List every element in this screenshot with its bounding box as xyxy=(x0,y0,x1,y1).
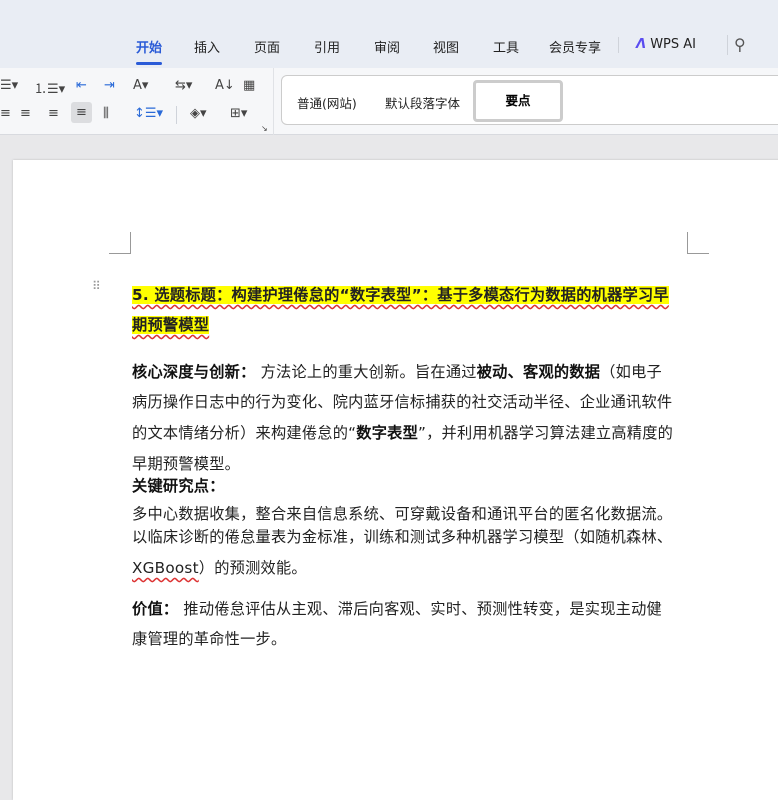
wps-ai-icon: Λ xyxy=(636,37,647,52)
heading-line: 5. 选题标题：构建护理倦怠的“数字表型”：基于多模态行为数据的机器学习早 xyxy=(132,283,669,305)
paragraph-line: 病历操作日志中的行为变化、院内蓝牙信标捕获的社交活动半径、企业通讯软件 xyxy=(132,390,672,412)
text-run: 的文本情绪分析）来构建倦怠的“ xyxy=(132,424,357,442)
align-center-icon[interactable]: ≡ xyxy=(20,106,31,121)
style-normal-web[interactable]: 普通(网站) xyxy=(297,93,357,112)
tab-home[interactable]: 开始 xyxy=(136,37,163,65)
paragraph-line: 早期预警模型。 xyxy=(132,452,240,474)
paragraph-line: 以临床诊断的倦怠量表为金标准，训练和测试多种机器学习模型（如随机森林、 xyxy=(132,525,672,547)
increase-indent-icon[interactable]: ⇥ xyxy=(104,78,115,93)
border-icon[interactable]: ⊞▾ xyxy=(230,106,247,121)
tab-page[interactable]: 页面 xyxy=(254,37,280,56)
paragraph-line: 多中心数据收集，整合来自信息系统、可穿戴设备和通讯平台的匿名化数据流。 xyxy=(132,502,672,524)
text-run: ”，并利用机器学习算法建立高精度的 xyxy=(418,424,674,442)
style-keypoint-selected[interactable]: 要点 xyxy=(473,80,563,122)
paragraph-line: 价值： 推动倦怠评估从主观、滞后向客观、实时、预测性转变，是实现主动健 xyxy=(132,597,662,619)
tab-review[interactable]: 审阅 xyxy=(374,37,400,56)
text-run: 以临床诊断的倦怠量表为金标准，训练和测试多种机器学习模型（如随机森林、 xyxy=(132,528,673,546)
sort-icon[interactable]: A↓ xyxy=(215,78,235,93)
style-default-paragraph-font[interactable]: 默认段落字体 xyxy=(385,93,460,112)
paragraph-line: 的文本情绪分析）来构建倦怠的“数字表型”，并利用机器学习算法建立高精度的 xyxy=(132,421,673,443)
drag-handle-icon[interactable]: ⠿ xyxy=(92,280,102,292)
bold-text: 价值： xyxy=(132,600,179,618)
bold-text: 被动、客观的数据 xyxy=(476,363,601,381)
text-run: 早期预警模型。 xyxy=(132,455,241,473)
paragraph-line: XGBoost）的预测效能。 xyxy=(132,556,307,578)
tab-insert[interactable]: 插入 xyxy=(194,37,220,56)
paragraph-settings-icon[interactable]: ↘ xyxy=(261,124,268,133)
wps-ai-button[interactable]: Λ WPS AI xyxy=(636,37,696,52)
text-run: 方法论上的重大创新。旨在通过 xyxy=(255,363,477,381)
bold-text: 关键研究点： xyxy=(132,477,225,495)
align-left-icon[interactable]: ≡ xyxy=(0,106,11,121)
justify-icon[interactable]: ≡ xyxy=(71,102,92,123)
text-run: 多中心数据收集，整合来自信息系统、可穿戴设备和通讯平台的匿名化数据流。 xyxy=(132,505,673,523)
tab-references[interactable]: 引用 xyxy=(314,37,340,56)
char-spacing-icon[interactable]: A▾ xyxy=(133,78,148,93)
tab-tools[interactable]: 工具 xyxy=(493,37,519,56)
paragraph-line: 核心深度与创新： 方法论上的重大创新。旨在通过被动、客观的数据（如电子 xyxy=(132,360,662,382)
text-run: （如电子 xyxy=(600,363,662,381)
shading-icon[interactable]: ◈▾ xyxy=(190,106,207,121)
paragraph-line: 关键研究点： xyxy=(132,474,225,496)
decrease-indent-icon[interactable]: ⇤ xyxy=(76,78,87,93)
text-run: ）的预测效能。 xyxy=(198,559,307,577)
bold-text: 核心深度与创新： xyxy=(132,363,256,381)
margin-corner xyxy=(687,232,709,254)
margin-corner xyxy=(109,232,131,254)
bullet-list-icon[interactable]: ☰▾ xyxy=(0,78,18,93)
align-right-icon[interactable]: ≡ xyxy=(48,106,59,121)
text-run: 5. 选题标题：构建护理倦怠的“数字表型”：基于多模态行为数据的机器学习早 xyxy=(132,286,669,304)
line-spacing-icon[interactable]: ↕☰▾ xyxy=(134,106,163,121)
tab-view[interactable]: 视图 xyxy=(433,37,459,56)
table-grid-icon[interactable]: ▦ xyxy=(243,78,255,93)
text-run: XGBoost xyxy=(132,559,199,577)
numbered-list-icon[interactable]: ⒈☰▾ xyxy=(34,78,65,97)
distributed-icon[interactable]: ⫼ xyxy=(103,106,109,121)
text-direction-icon[interactable]: ⇆▾ xyxy=(175,78,192,93)
bold-text: 数字表型 xyxy=(356,424,418,442)
document-page[interactable] xyxy=(13,160,778,800)
search-icon[interactable]: ⚲ xyxy=(734,35,746,54)
text-run: 期预警模型 xyxy=(132,316,210,334)
text-run: 病历操作日志中的行为变化、院内蓝牙信标捕获的社交活动半径、企业通讯软件 xyxy=(132,393,673,411)
style-gallery: 普通(网站) 默认段落字体 要点 xyxy=(281,75,778,125)
heading-line: 期预警模型 xyxy=(132,313,210,335)
text-run: 推动倦怠评估从主观、滞后向客观、实时、预测性转变，是实现主动健 xyxy=(178,600,662,618)
text-run: 康管理的革命性一步。 xyxy=(132,630,287,648)
paragraph-line: 康管理的革命性一步。 xyxy=(132,627,286,649)
tab-membership[interactable]: 会员专享 xyxy=(549,37,601,56)
menu-bar: 开始 插入 页面 引用 审阅 视图 工具 会员专享 Λ WPS AI ⚲ xyxy=(0,0,778,68)
